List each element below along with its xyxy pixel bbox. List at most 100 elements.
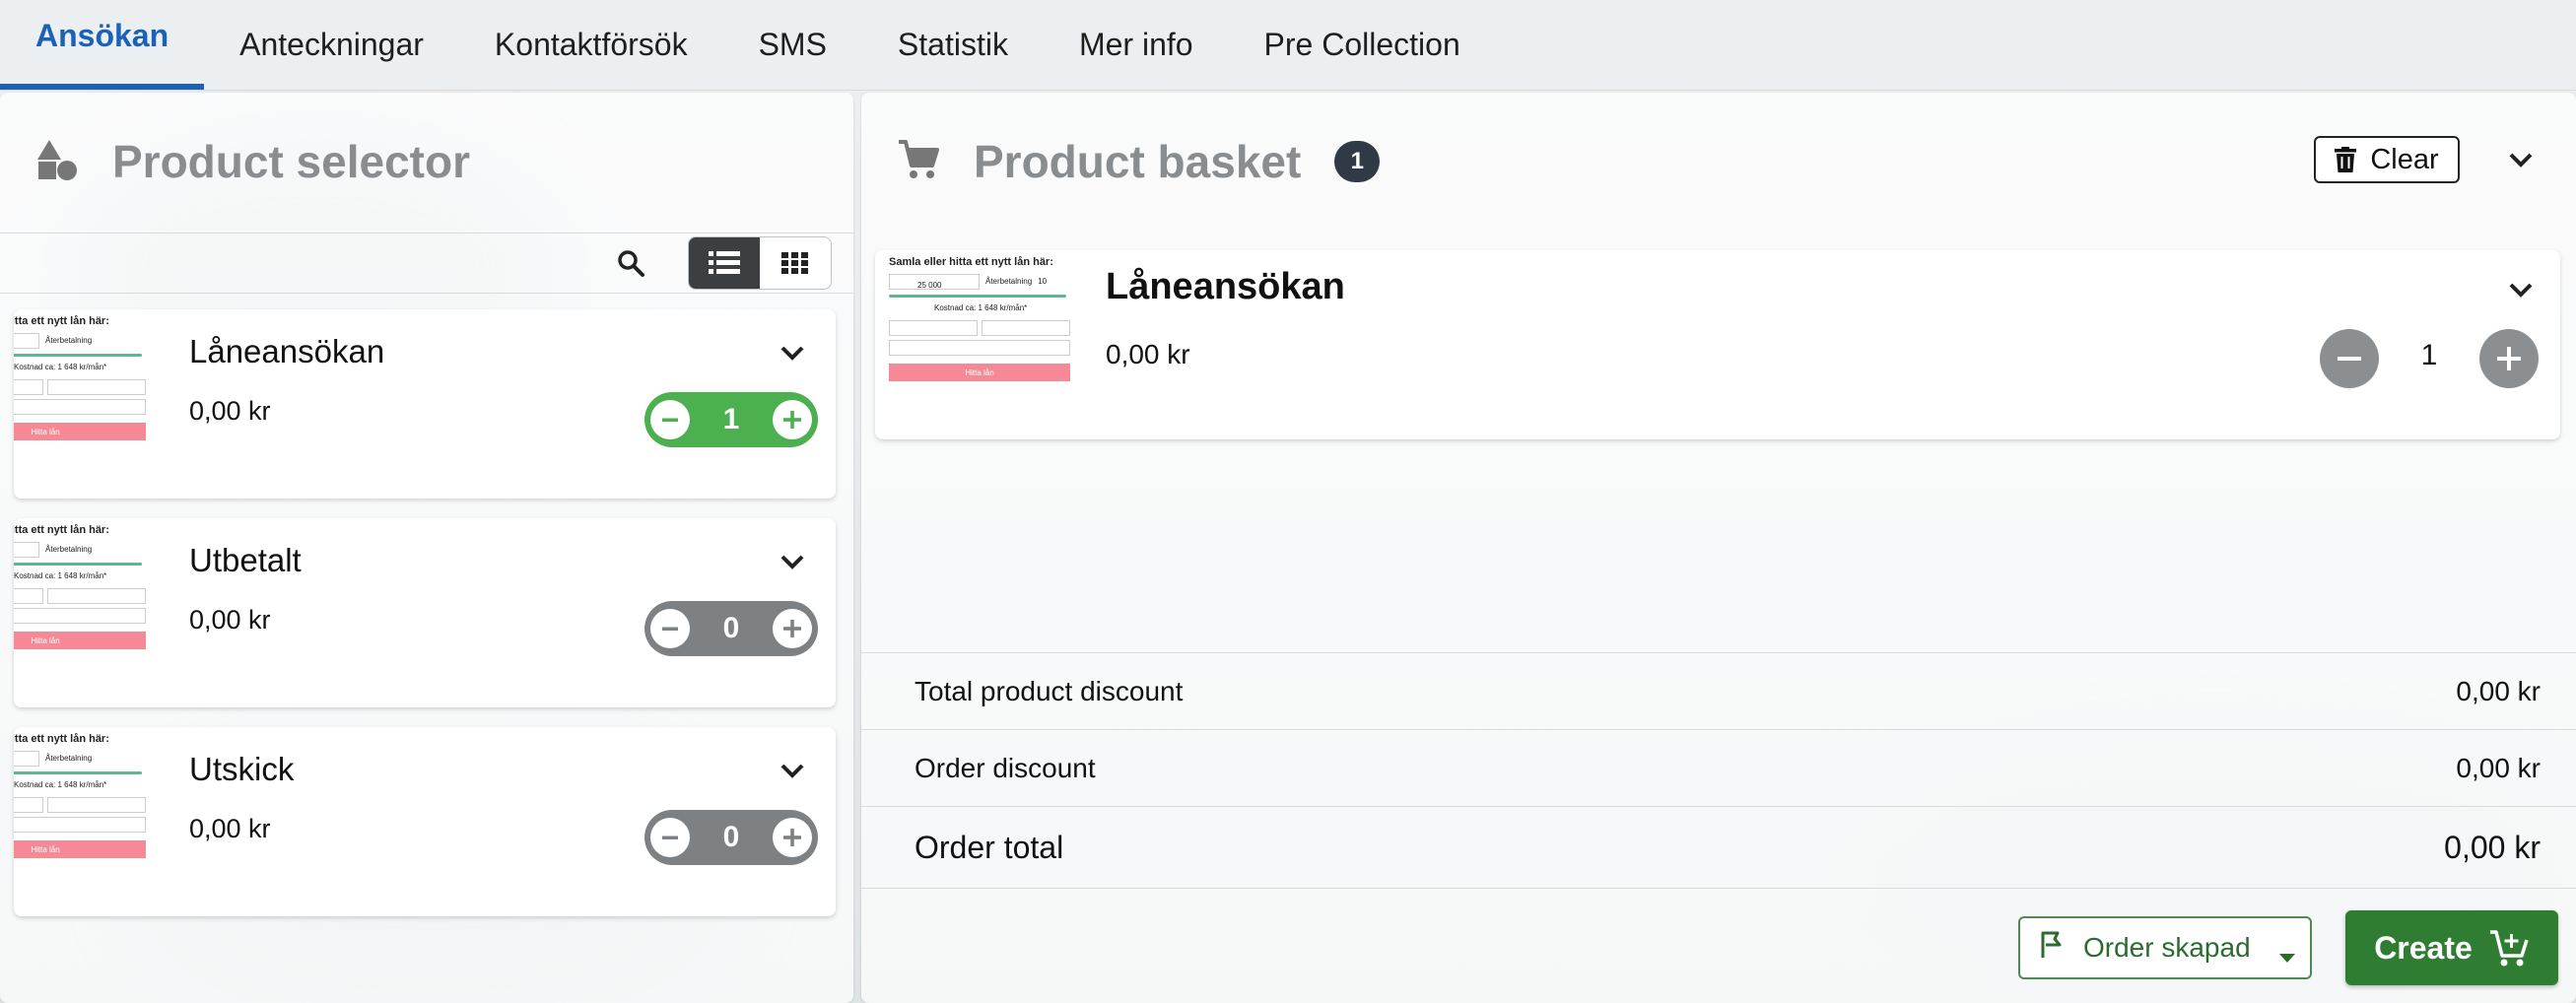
thumb-amount: 25 000 <box>917 281 942 290</box>
basket-item-name: Låneansökan <box>1106 266 1345 307</box>
tab-pre-collection[interactable]: Pre Collection <box>1229 0 1496 90</box>
product-basket-panel: Product basket 1 Clear Samla eller hitta… <box>861 93 2576 1003</box>
increase-button[interactable] <box>773 400 812 439</box>
product-selector-panel: Product selector tta ett nytt lån här: Å… <box>0 93 853 1003</box>
plus-icon <box>783 829 801 846</box>
tab-kontaktforsok[interactable]: Kontaktförsök <box>459 0 723 90</box>
search-button[interactable] <box>601 236 660 290</box>
summary-value: 0,00 kr <box>2456 752 2541 783</box>
increase-button[interactable] <box>2479 329 2539 388</box>
tab-sms[interactable]: SMS <box>723 0 862 90</box>
order-status-dropdown[interactable]: Order skapad <box>2018 916 2312 979</box>
basket-item-price: 0,00 kr <box>1106 339 1190 369</box>
flag-icon <box>2040 931 2064 966</box>
minus-icon <box>2338 357 2361 361</box>
thumb-submit: Hitta lån <box>889 364 1070 381</box>
tab-statistik[interactable]: Statistik <box>862 0 1044 90</box>
thumb-heading: Samla eller hitta ett nytt lån här: <box>14 315 109 327</box>
list-view-button[interactable] <box>689 237 760 289</box>
product-selector-title: Product selector <box>112 136 470 187</box>
tab-mer-info[interactable]: Mer info <box>1044 0 1229 90</box>
shapes-icon <box>35 138 79 186</box>
order-total-row: Order total 0,00 kr <box>861 806 2576 889</box>
basket-item-expand-button[interactable] <box>2499 268 2542 311</box>
quantity-value: 0 <box>722 612 740 644</box>
create-button[interactable]: Create <box>2345 910 2558 985</box>
basket-collapse-button[interactable] <box>2499 138 2542 181</box>
expand-button[interactable] <box>771 749 814 792</box>
plus-icon <box>2497 347 2521 370</box>
create-label: Create <box>2374 929 2473 966</box>
chevron-down-icon <box>780 764 804 778</box>
thumb-submit: Hitta lån <box>14 423 146 440</box>
decrease-button[interactable] <box>650 818 690 857</box>
product-card[interactable]: Samla eller hitta ett nytt lån här: Åter… <box>14 309 836 499</box>
list-icon <box>709 251 740 274</box>
quantity-stepper: 0 <box>644 810 818 865</box>
basket-item: Samla eller hitta ett nytt lån här: 25 0… <box>875 250 2560 439</box>
selector-toolbar <box>0 233 853 294</box>
product-price: 0,00 kr <box>189 396 271 426</box>
quantity-value: 0 <box>722 821 740 853</box>
product-name: Låneansökan <box>189 333 385 369</box>
quantity-stepper: 1 <box>644 392 818 447</box>
add-to-cart-icon <box>2489 930 2529 967</box>
decrease-button[interactable] <box>2320 329 2379 388</box>
grid-view-button[interactable] <box>760 237 831 289</box>
summary-label: Order discount <box>915 752 1096 783</box>
thumb-term: Återbetalning <box>45 336 93 345</box>
product-card[interactable]: Samla eller hitta ett nytt lån här: Åter… <box>14 518 836 707</box>
product-name: Utskick <box>189 751 295 787</box>
thumb-term-value: 10 <box>1038 277 1048 286</box>
clear-button[interactable]: Clear <box>2314 136 2460 183</box>
summary-value: 0,00 kr <box>2456 675 2541 706</box>
product-name: Utbetalt <box>189 542 302 578</box>
thumb-term: Återbetalning <box>45 545 93 554</box>
summary-label: Order total <box>915 829 1064 865</box>
basket-item-thumbnail: Samla eller hitta ett nytt lån här: 25 0… <box>889 250 1076 439</box>
chevron-down-icon <box>2509 153 2533 167</box>
minus-icon <box>662 836 678 839</box>
thumb-term: Återbetalning <box>45 754 93 763</box>
thumb-submit: Hitta lån <box>14 840 146 858</box>
trash-icon <box>2335 147 2357 172</box>
quantity-value: 1 <box>722 403 740 435</box>
plus-icon <box>783 411 801 429</box>
basket-item-quantity: 1 <box>2420 339 2438 371</box>
expand-button[interactable] <box>771 331 814 374</box>
product-price: 0,00 kr <box>189 814 271 843</box>
minus-icon <box>662 418 678 422</box>
product-basket-title: Product basket <box>974 136 1302 187</box>
caret-down-icon <box>2278 940 2296 971</box>
summary-label: Total product discount <box>915 675 1184 706</box>
order-discount-row: Order discount 0,00 kr <box>861 729 2576 806</box>
minus-icon <box>662 627 678 631</box>
summary-value: 0,00 kr <box>2444 829 2541 865</box>
product-thumbnail: Samla eller hitta ett nytt lån här: Åter… <box>14 727 156 916</box>
expand-button[interactable] <box>771 540 814 583</box>
total-product-discount-row: Total product discount 0,00 kr <box>861 652 2576 729</box>
chevron-down-icon <box>780 346 804 361</box>
cart-icon <box>897 138 940 186</box>
thumb-heading: Samla eller hitta ett nytt lån här: <box>14 524 109 536</box>
grid-icon <box>781 252 808 274</box>
increase-button[interactable] <box>773 609 812 648</box>
basket-count-badge: 1 <box>1334 141 1381 182</box>
product-thumbnail: Samla eller hitta ett nytt lån här: Åter… <box>14 309 156 499</box>
decrease-button[interactable] <box>650 400 690 439</box>
product-thumbnail: Samla eller hitta ett nytt lån här: Åter… <box>14 518 156 707</box>
decrease-button[interactable] <box>650 609 690 648</box>
product-price: 0,00 kr <box>189 605 271 635</box>
tab-ansokan[interactable]: Ansökan <box>0 0 205 90</box>
tab-bar: Ansökan Anteckningar Kontaktförsök SMS S… <box>0 0 2576 91</box>
product-selector-header: Product selector <box>0 93 853 231</box>
tab-anteckningar[interactable]: Anteckningar <box>204 0 459 90</box>
increase-button[interactable] <box>773 818 812 857</box>
plus-icon <box>783 620 801 637</box>
thumb-heading: Samla eller hitta ett nytt lån här: <box>14 733 109 745</box>
chevron-down-icon <box>780 555 804 569</box>
thumb-heading: Samla eller hitta ett nytt lån här: <box>889 256 1053 268</box>
tab-label: Ansökan <box>35 17 169 53</box>
view-toggle <box>688 236 832 290</box>
product-card[interactable]: Samla eller hitta ett nytt lån här: Åter… <box>14 727 836 916</box>
